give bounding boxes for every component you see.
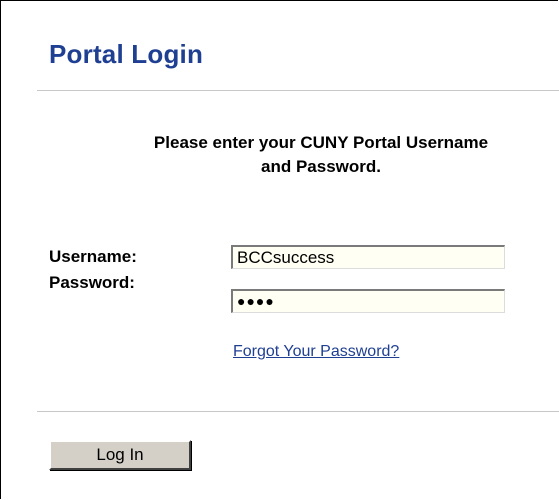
username-input[interactable]: BCCsuccess (231, 245, 505, 269)
instruction-line-1: Please enter your CUNY Portal Username (153, 133, 489, 152)
form-divider (37, 411, 559, 412)
login-panel: Portal Login Please enter your CUNY Port… (0, 0, 559, 499)
login-instructions: Please enter your CUNY Portal Username a… (1, 131, 559, 179)
forgot-password-link[interactable]: Forgot Your Password? (233, 343, 399, 361)
login-button[interactable]: Log In (49, 440, 191, 470)
page-title: Portal Login (49, 39, 204, 69)
password-input[interactable]: ●●●● (231, 289, 505, 313)
title-divider (37, 90, 559, 91)
username-label: Username: (49, 247, 137, 266)
instruction-line-2: and Password. (261, 157, 381, 176)
password-label: Password: (49, 273, 135, 292)
